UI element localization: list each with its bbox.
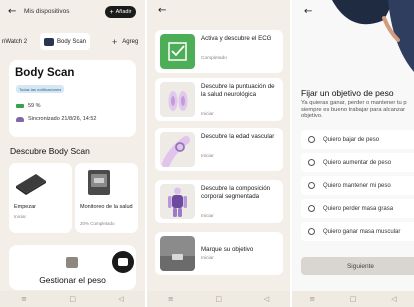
chat-button[interactable] — [112, 251, 134, 273]
ecg-thumbnail — [160, 34, 195, 69]
plus-icon: + — [109, 8, 114, 16]
list-item-title: Descubre la puntuación de la salud neuro… — [201, 83, 275, 98]
back-arrow-icon[interactable]: ← — [8, 7, 16, 17]
back-arrow-icon[interactable]: ← — [158, 6, 166, 16]
radio-icon — [308, 182, 315, 189]
back-icon[interactable]: ◁ — [264, 295, 269, 303]
tab-add[interactable]: + Agreg — [112, 33, 138, 50]
page-description: Ya quieras ganar, perder o mantener tu p… — [301, 100, 407, 120]
wrist-thumbnail — [160, 132, 195, 167]
menu-icon[interactable]: ≡ — [168, 295, 174, 303]
tab-watch-label: nWatch 2 — [2, 38, 28, 45]
menu-icon[interactable]: ≡ — [21, 295, 27, 303]
device-name: Body Scan — [15, 67, 75, 79]
devices-screen: ← Mis dispositivos + Añadir nWatch 2 Bod… — [0, 0, 145, 307]
feet-thumbnail — [160, 82, 195, 117]
section-title: Descubre Body Scan — [10, 146, 90, 156]
device-tabs: nWatch 2 Body Scan + Agreg — [0, 33, 145, 50]
health-card-status: 20% Completado — [80, 221, 115, 226]
list-item-status: Iniciar — [201, 214, 214, 219]
option-label: Quiero ganar masa muscular — [323, 228, 401, 235]
scale-display-image — [88, 170, 110, 195]
add-button-label: Añadir — [115, 9, 132, 15]
sync-status: Sincronizado 21/8/26, 14:52 — [28, 116, 97, 122]
clipboard-icon — [66, 257, 78, 268]
battery-icon — [16, 104, 24, 108]
list-item-status: Iniciar — [201, 154, 214, 159]
weight-goal-screen: ← Fijar un objetivo de peso Ya quieras g… — [292, 0, 414, 307]
next-button[interactable]: Siguiente — [301, 257, 414, 275]
battery-row: 59 % — [16, 103, 41, 109]
plus-icon: + — [112, 36, 118, 47]
body-thumbnail — [160, 184, 195, 219]
list-item-status: Completado — [201, 56, 227, 61]
list-item-title: Activa y descubre el ECG — [201, 35, 272, 42]
list-item-title: Descubre la composición corporal segment… — [201, 185, 271, 200]
page-title: Mis dispositivos — [24, 8, 70, 15]
home-icon[interactable]: □ — [215, 295, 222, 303]
option-label: Quiero bajar de peso — [323, 136, 380, 143]
scale-icon — [44, 37, 54, 46]
option-gain-weight[interactable]: Quiero aumentar de peso — [301, 153, 414, 172]
start-card[interactable]: Empezar Iniciar — [9, 163, 72, 233]
list-item-title: Descubre la edad vascular — [201, 133, 275, 140]
option-maintain-weight[interactable]: Quiero mantener mi peso — [301, 176, 414, 195]
list-item-vascular[interactable]: Descubre la edad vascular Iniciar — [155, 128, 283, 171]
start-card-status: Iniciar — [14, 214, 27, 219]
option-gain-muscle[interactable]: Quiero ganar masa muscular — [301, 222, 414, 241]
weight-card-title: Gestionar el peso — [39, 275, 106, 285]
tab-body-scan[interactable]: Body Scan — [40, 33, 91, 50]
page-heading: Fijar un objetivo de peso — [301, 88, 394, 98]
tab-watch[interactable]: nWatch 2 — [2, 33, 27, 50]
battery-level: 59 % — [28, 103, 41, 109]
radio-icon — [308, 159, 315, 166]
cloud-sync-icon — [16, 116, 24, 122]
list-item-status: Iniciar — [201, 256, 214, 261]
body-scan-card[interactable]: Body Scan Todas las notificaciones 59 % … — [9, 60, 136, 137]
list-item-body-comp[interactable]: Descubre la composición corporal segment… — [155, 180, 283, 223]
radio-icon — [308, 136, 315, 143]
option-label: Quiero mantener mi peso — [323, 182, 391, 189]
tab-body-scan-label: Body Scan — [57, 38, 87, 45]
chat-bubble-icon — [118, 258, 128, 266]
option-lose-fat[interactable]: Quiero perder masa grasa — [301, 199, 414, 218]
radio-icon — [308, 205, 315, 212]
system-nav-bar: ≡ □ ◁ — [147, 291, 290, 307]
add-device-button[interactable]: + Añadir — [105, 6, 136, 18]
tab-add-label: Agreg — [122, 38, 139, 45]
back-icon[interactable]: ◁ — [118, 295, 123, 303]
system-nav-bar: ≡ □ ◁ — [292, 291, 414, 307]
list-item-neuro[interactable]: Descubre la puntuación de la salud neuro… — [155, 78, 283, 121]
discover-screen: ← Activa y descubre el ECG Completado De… — [147, 0, 290, 307]
option-label: Quiero perder masa grasa — [323, 205, 394, 212]
system-nav-bar: ≡ □ ◁ — [0, 291, 145, 307]
health-monitoring-card[interactable]: Monitoreo de la salud 20% Completado — [75, 163, 138, 233]
health-card-title: Monitoreo de la salud — [80, 204, 133, 210]
option-lose-weight[interactable]: Quiero bajar de peso — [301, 130, 414, 149]
list-item-goal[interactable]: Marque su objetivo Iniciar — [155, 232, 283, 275]
back-arrow-icon[interactable]: ← — [304, 7, 312, 17]
back-icon[interactable]: ◁ — [391, 295, 396, 303]
home-icon[interactable]: □ — [69, 295, 76, 303]
list-item-title: Marque su objetivo — [201, 246, 254, 253]
start-card-title: Empezar — [14, 204, 37, 210]
list-item-ecg[interactable]: Activa y descubre el ECG Completado — [155, 30, 283, 73]
radio-icon — [308, 228, 315, 235]
sync-row: Sincronizado 21/8/26, 14:52 — [16, 116, 97, 122]
option-label: Quiero aumentar de peso — [323, 159, 392, 166]
scale-image — [16, 174, 46, 195]
goal-thumbnail — [160, 236, 195, 271]
list-item-status: Iniciar — [201, 112, 214, 117]
home-icon[interactable]: □ — [350, 295, 357, 303]
notifications-badge[interactable]: Todas las notificaciones — [16, 85, 65, 93]
menu-icon[interactable]: ≡ — [309, 295, 315, 303]
